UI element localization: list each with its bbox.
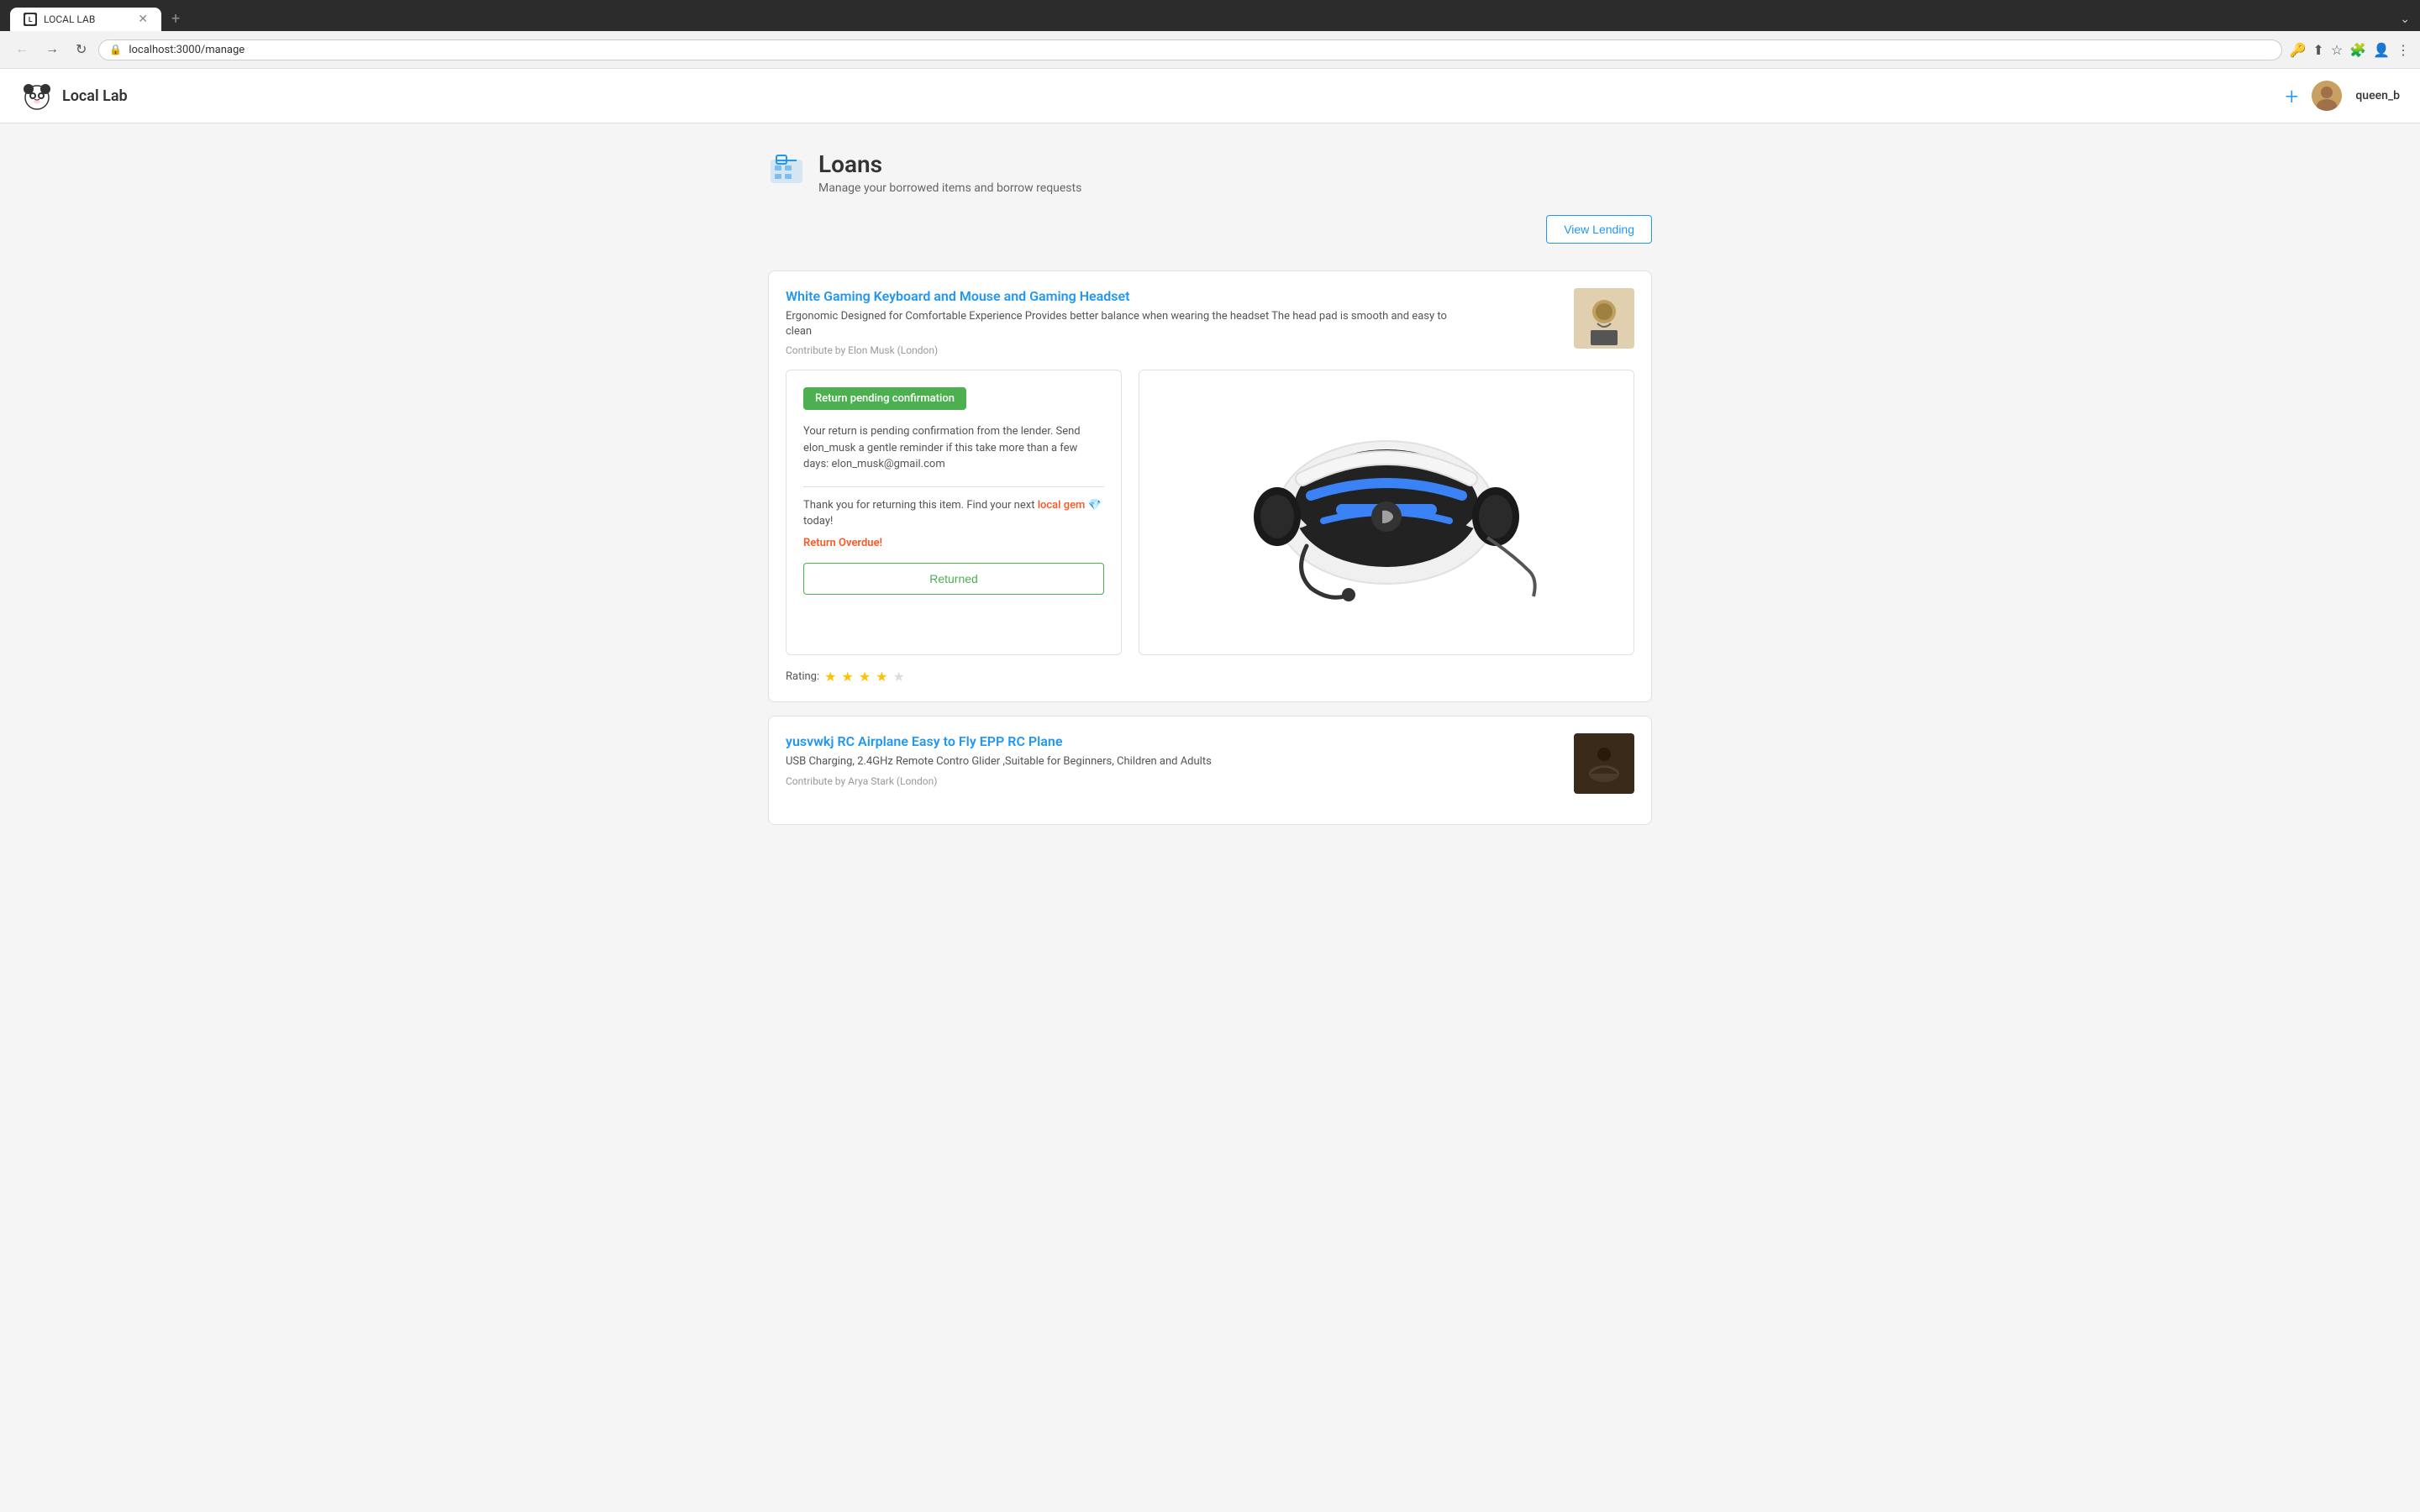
svg-text:L: L [29, 16, 33, 24]
lock-icon: 🔒 [109, 44, 122, 55]
tab-favicon: L [24, 13, 37, 26]
browser-chrome: L LOCAL LAB ✕ + ⌄ [0, 0, 2420, 31]
tab-title-text: LOCAL LAB [44, 13, 95, 25]
return-overdue-text: Return Overdue! [803, 537, 1104, 549]
tab-menu-icon[interactable]: ⌄ [2400, 13, 2410, 26]
loan-1-contributor: Contribute by Elon Musk (London) [786, 344, 1475, 356]
returned-button[interactable]: Returned [803, 563, 1104, 595]
url-text: localhost:3000/manage [129, 44, 2271, 56]
star-3: ★ [859, 669, 871, 685]
loan-card-1-header: White Gaming Keyboard and Mouse and Gami… [786, 288, 1634, 356]
menu-icon[interactable]: ⋮ [2396, 42, 2410, 58]
loan-2-contributor: Contribute by Arya Stark (London) [786, 775, 1212, 787]
loan-card-1: White Gaming Keyboard and Mouse and Gami… [768, 270, 1652, 702]
return-message-text: Your return is pending confirmation from… [803, 423, 1104, 473]
loan-1-thumbnail [1574, 288, 1634, 349]
gem-emoji: 💎 [1088, 499, 1102, 512]
panda-logo-icon [20, 79, 54, 113]
key-icon: 🔑 [2289, 42, 2306, 58]
profile-icon[interactable]: 👤 [2373, 42, 2390, 58]
username-label: queen_b [2355, 89, 2400, 102]
bookmark-icon[interactable]: ☆ [2331, 42, 2343, 58]
tab-close-icon[interactable]: ✕ [138, 13, 148, 26]
loan-card-1-body: Return pending confirmation Your return … [786, 370, 1634, 655]
add-button[interactable]: + [2286, 82, 2299, 110]
refresh-button[interactable]: ↻ [71, 38, 92, 61]
page-title-area: Loans Manage your borrowed items and bor… [818, 150, 1081, 195]
app-header: Local Lab + queen_b [0, 69, 2420, 123]
loan-card-2-header: yusvwkj RC Airplane Easy to Fly EPP RC P… [786, 733, 1634, 794]
extensions-icon[interactable]: 🧩 [2349, 42, 2366, 58]
rating-label: Rating: [786, 670, 819, 683]
return-pending-badge: Return pending confirmation [803, 387, 966, 410]
loan-2-title: yusvwkj RC Airplane Easy to Fly EPP RC P… [786, 733, 1212, 749]
back-button[interactable]: ← [10, 39, 34, 60]
product-image-box [1139, 370, 1634, 655]
loan-2-thumbnail [1574, 733, 1634, 794]
header-right: + queen_b [2286, 81, 2400, 111]
loan-1-description: Ergonomic Designed for Comfortable Exper… [786, 309, 1475, 339]
loan-2-description: USB Charging, 2.4GHz Remote Contro Glide… [786, 754, 1212, 769]
loan-card-1-info: White Gaming Keyboard and Mouse and Gami… [786, 288, 1475, 356]
return-divider [803, 486, 1104, 487]
rating-row: Rating: ★ ★ ★ ★ ★ [786, 669, 1634, 685]
today-text: today! [803, 515, 833, 528]
local-gem-link[interactable]: local gem [1038, 499, 1086, 512]
address-bar[interactable]: 🔒 localhost:3000/manage [98, 39, 2282, 60]
share-icon[interactable]: ⬆ [2312, 42, 2323, 58]
app-logo: Local Lab [20, 79, 128, 113]
active-tab[interactable]: L LOCAL LAB ✕ [10, 8, 161, 31]
app-logo-text: Local Lab [62, 87, 128, 105]
view-lending-button[interactable]: View Lending [1546, 215, 1652, 244]
star-5: ★ [893, 669, 905, 685]
toolbar-icons: 🔑 ⬆ ☆ 🧩 👤 ⋮ [2289, 42, 2410, 58]
page-title: Loans [818, 150, 1081, 178]
loan-card-2: yusvwkj RC Airplane Easy to Fly EPP RC P… [768, 716, 1652, 825]
user-avatar [2312, 81, 2342, 111]
main-content: Loans Manage your borrowed items and bor… [748, 123, 1672, 852]
page-header: Loans Manage your borrowed items and bor… [768, 150, 1652, 195]
page-subtitle: Manage your borrowed items and borrow re… [818, 181, 1081, 195]
loans-page-icon [768, 150, 805, 195]
loan-card-2-info: yusvwkj RC Airplane Easy to Fly EPP RC P… [786, 733, 1212, 786]
forward-button[interactable]: → [40, 39, 64, 60]
browser-toolbar: ← → ↻ 🔒 localhost:3000/manage 🔑 ⬆ ☆ 🧩 👤 … [0, 31, 2420, 69]
vr-headset-image [1227, 386, 1546, 638]
star-1: ★ [824, 669, 836, 685]
star-4: ★ [876, 669, 887, 685]
star-2: ★ [841, 669, 853, 685]
return-status-box: Return pending confirmation Your return … [786, 370, 1122, 655]
loan-1-title: White Gaming Keyboard and Mouse and Gami… [786, 288, 1475, 304]
browser-tabs: L LOCAL LAB ✕ + ⌄ [10, 7, 2410, 31]
return-thank-you-text: Thank you for returning this item. Find … [803, 497, 1104, 530]
new-tab-button[interactable]: + [165, 7, 187, 31]
